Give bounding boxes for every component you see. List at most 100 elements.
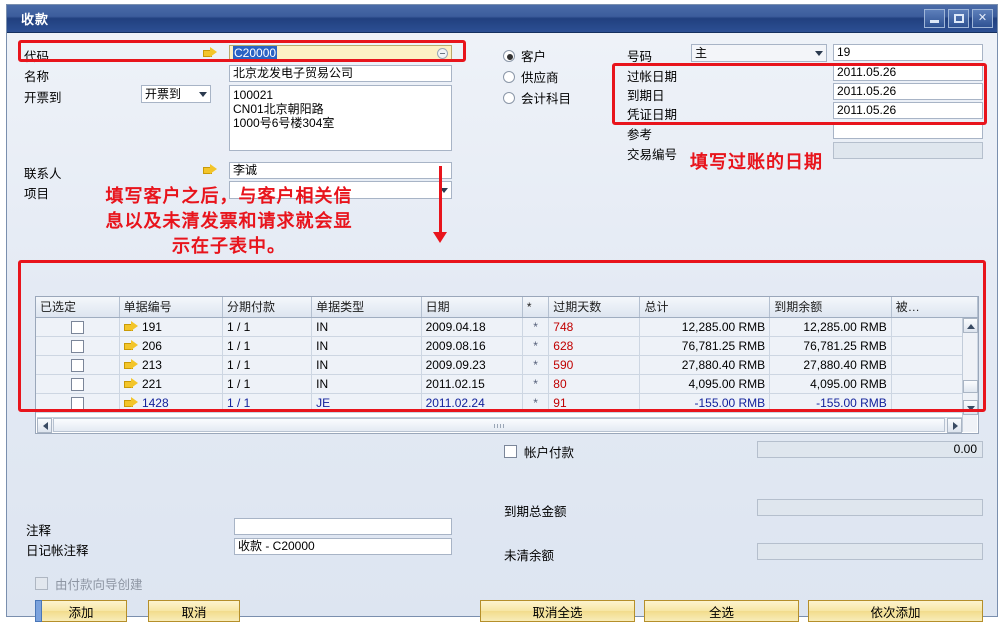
col-date[interactable]: 日期 (421, 297, 523, 318)
horizontal-scroll-thumb[interactable] (53, 418, 945, 432)
col-overdue-days[interactable]: 过期天数 (548, 297, 641, 318)
cell-balance-due: 4,095.00 RMB (769, 374, 892, 394)
wizard-created-checkbox (35, 577, 48, 590)
row-link-arrow-icon[interactable] (123, 377, 139, 389)
table-body: 191 1 / 1 IN 2009.04.18 * 748 12,285.00 … (36, 317, 979, 413)
open-documents-table: 已选定 单据编号 分期付款 单据类型 日期 * 过期天数 总计 到期余额 被… (36, 297, 979, 413)
col-star[interactable]: * (522, 297, 550, 318)
code-clear-icon[interactable] (437, 48, 448, 59)
row-link-arrow-icon[interactable] (123, 358, 139, 370)
address-line-2: CN01北京朝阳路 (233, 102, 324, 116)
posting-date-input[interactable]: 2011.05.26 (833, 64, 983, 81)
row-link-arrow-icon[interactable] (123, 339, 139, 351)
billto-select[interactable]: 开票到 (141, 85, 211, 103)
cell-doc-no[interactable]: 221 (119, 374, 223, 394)
cell-doc-no[interactable]: 213 (119, 355, 223, 375)
radio-supplier-icon (503, 70, 515, 83)
contact-link-arrow-icon[interactable] (203, 164, 218, 178)
grid-vertical-scrollbar[interactable] (962, 318, 978, 432)
minimize-button[interactable] (924, 9, 945, 28)
reference-label: 参考 (627, 128, 653, 142)
table-row[interactable]: 213 1 / 1 IN 2009.09.23 * 590 27,880.40 … (36, 355, 979, 375)
table-row[interactable]: 191 1 / 1 IN 2009.04.18 * 748 12,285.00 … (36, 317, 979, 337)
cell-doc-no[interactable]: 1428 (119, 393, 223, 413)
journal-remarks-input[interactable]: 收款 - C20000 (234, 538, 452, 555)
number-series-select[interactable]: 主 (691, 44, 827, 62)
col-balance-due[interactable]: 到期余额 (769, 297, 892, 318)
cell-installment: 1 / 1 (222, 355, 313, 375)
table-row[interactable]: 221 1 / 1 IN 2011.02.15 * 80 4,095.00 RM… (36, 374, 979, 394)
row-checkbox[interactable] (70, 339, 84, 353)
wizard-created-row: 由付款向导创建 (35, 574, 143, 593)
col-selected[interactable]: 已选定 (36, 297, 120, 318)
cell-doc-no-value: 206 (141, 338, 162, 353)
cell-doc-type: IN (311, 355, 422, 375)
cell-overdue-days: 628 (548, 336, 641, 356)
document-date-input[interactable]: 2011.05.26 (833, 102, 983, 119)
account-payment-checkbox[interactable] (504, 445, 517, 458)
col-installment[interactable]: 分期付款 (222, 297, 313, 318)
number-input[interactable]: 19 (833, 44, 983, 61)
cell-selected[interactable] (36, 393, 120, 413)
add-button[interactable]: 添加 (35, 600, 127, 622)
vertical-scroll-thumb[interactable] (963, 380, 978, 393)
cell-selected[interactable] (36, 336, 120, 356)
name-input[interactable]: 北京龙发电子贸易公司 (229, 65, 452, 82)
cell-installment: 1 / 1 (222, 374, 313, 394)
cell-doc-no[interactable]: 206 (119, 336, 223, 356)
deselect-all-button[interactable]: 取消全选 (480, 600, 635, 622)
table-row[interactable]: 206 1 / 1 IN 2009.08.16 * 628 76,781.25 … (36, 336, 979, 356)
radio-customer[interactable]: 客户 (503, 46, 571, 65)
add-sequential-button[interactable]: 依次添加 (808, 600, 983, 622)
cell-selected[interactable] (36, 317, 120, 337)
cell-installment: 1 / 1 (222, 317, 313, 337)
row-checkbox[interactable] (70, 320, 84, 334)
row-checkbox[interactable] (70, 377, 84, 391)
table-row[interactable]: 1428 1 / 1 JE 2011.02.24 * 91 -155.00 RM… (36, 393, 979, 413)
radio-supplier[interactable]: 供应商 (503, 67, 571, 86)
reference-input[interactable] (833, 122, 983, 139)
row-checkbox[interactable] (70, 358, 84, 372)
cell-doc-no[interactable]: 191 (119, 317, 223, 337)
cell-overdue-days: 91 (548, 393, 641, 413)
select-all-button[interactable]: 全选 (644, 600, 799, 622)
scroll-down-button[interactable] (963, 400, 978, 415)
scroll-left-button[interactable] (37, 418, 52, 433)
total-due-label: 到期总金额 (504, 505, 567, 519)
maximize-button[interactable] (948, 9, 969, 28)
form-client-area: 代码 C20000 名称 北京龙发电子贸易公司 开票到 开票到 100021 C… (7, 33, 997, 622)
row-checkbox[interactable] (70, 396, 84, 410)
cell-date: 2009.09.23 (421, 355, 523, 375)
row-link-arrow-icon[interactable] (123, 396, 139, 408)
close-button[interactable]: ✕ (972, 9, 993, 28)
remarks-input[interactable] (234, 518, 452, 535)
radio-gl-account-label: 会计科目 (521, 92, 572, 106)
col-doc-no[interactable]: 单据编号 (119, 297, 223, 318)
contact-input[interactable]: 李诚 (229, 162, 452, 179)
number-label: 号码 (627, 50, 653, 64)
due-date-label: 到期日 (627, 89, 665, 103)
col-blocked[interactable]: 被… (891, 297, 979, 318)
account-payment-row[interactable]: 帐户付款 (504, 442, 574, 461)
cancel-button[interactable]: 取消 (148, 600, 240, 622)
payment-window: 收款 ✕ 代码 C20000 名称 北京龙发电子贸易公司 开票到 开票到 100… (6, 4, 998, 622)
radio-gl-account[interactable]: 会计科目 (503, 88, 571, 107)
cell-total: -155.00 RMB (639, 393, 771, 413)
scroll-up-button[interactable] (963, 318, 978, 333)
code-input[interactable]: C20000 (229, 45, 452, 62)
col-total[interactable]: 总计 (639, 297, 771, 318)
row-link-arrow-icon[interactable] (123, 320, 139, 332)
scroll-right-button[interactable] (947, 418, 962, 433)
grid-horizontal-scrollbar[interactable] (37, 417, 962, 433)
journal-remarks-label: 日记帐注释 (26, 544, 89, 558)
code-link-arrow-icon[interactable] (203, 47, 218, 61)
billto-address[interactable]: 100021 CN01北京朝阳路 1000号6号楼304室 (229, 85, 452, 151)
cell-total: 4,095.00 RMB (639, 374, 771, 394)
cell-selected[interactable] (36, 374, 120, 394)
cell-date: 2009.08.16 (421, 336, 523, 356)
due-date-input[interactable]: 2011.05.26 (833, 83, 983, 100)
cell-date: 2011.02.15 (421, 374, 523, 394)
cell-selected[interactable] (36, 355, 120, 375)
window-title: 收款 (21, 12, 50, 27)
col-doc-type[interactable]: 单据类型 (311, 297, 422, 318)
